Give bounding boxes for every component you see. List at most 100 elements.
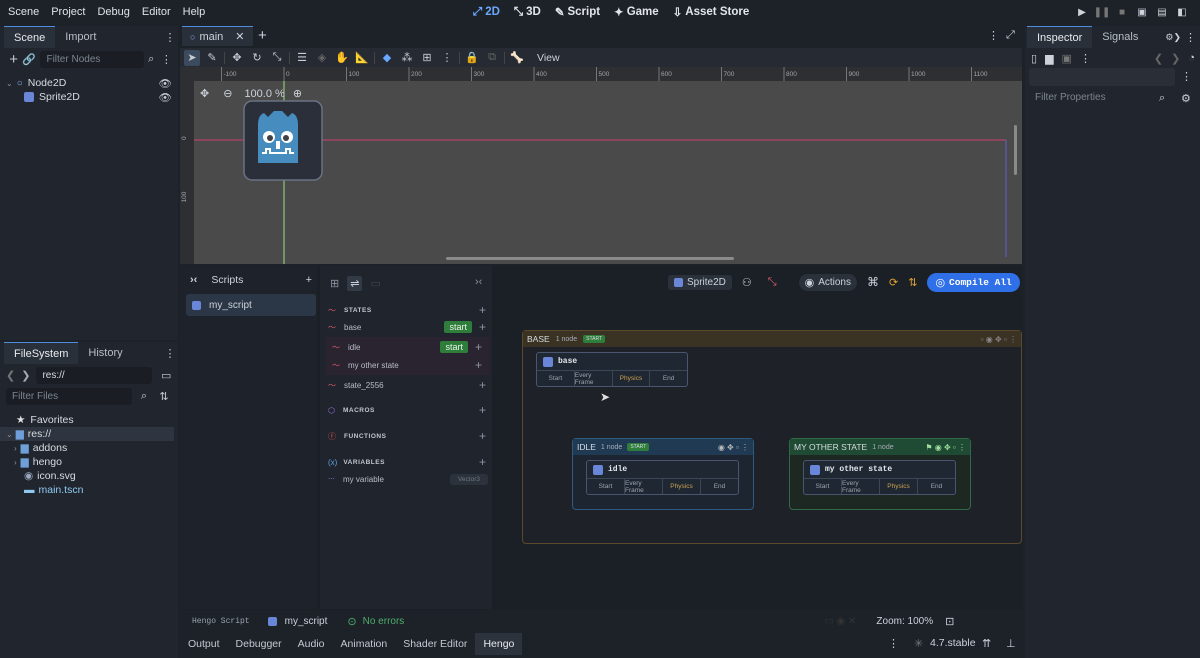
pen-tool-icon[interactable]: ✎	[204, 50, 220, 66]
menu-editor[interactable]: Editor	[136, 6, 177, 18]
dock-menu-icon[interactable]: ⋮	[162, 29, 178, 45]
view-menu[interactable]: View	[537, 52, 560, 64]
compile-all-button[interactable]: ◎ Compile All	[927, 272, 1020, 292]
tab-history[interactable]: History	[78, 342, 132, 364]
rotate-tool-icon[interactable]: ↻	[249, 50, 265, 66]
tab-output[interactable]: Output	[180, 633, 228, 655]
history-forward-icon[interactable]: ❯	[1171, 52, 1180, 65]
scene-menu-icon[interactable]: ⋮	[159, 51, 174, 67]
port-start[interactable]: Start	[537, 371, 575, 386]
save-icon[interactable]: ▣	[1062, 52, 1072, 65]
tree-item-addons[interactable]: › ▆ addons	[0, 441, 178, 455]
workspace-3d[interactable]: ⤡ 3D	[514, 6, 541, 19]
panel-menu-icon[interactable]: ⋮	[888, 637, 899, 650]
user-settings-icon[interactable]: ⚇	[742, 276, 752, 289]
collapse-sidebar-icon[interactable]: ›‹	[475, 276, 482, 288]
new-resource-icon[interactable]: ▯	[1031, 52, 1037, 65]
center-view-icon[interactable]: ✥	[200, 87, 209, 100]
graph-node-idle[interactable]: idle Start Every Frame Physics End	[586, 460, 739, 495]
script-item-my-script[interactable]: my_script	[186, 294, 316, 316]
workspace-game[interactable]: ✦ Game	[614, 5, 659, 19]
tab-signals[interactable]: Signals	[1092, 26, 1148, 48]
chevron-down-icon[interactable]: ⌄	[6, 430, 13, 439]
tab-filesystem[interactable]: FileSystem	[4, 342, 79, 364]
tree-item-icon-svg[interactable]: ◉ icon.svg	[0, 469, 178, 483]
state-item-state-2556[interactable]: 〜 state_2556 +	[320, 376, 492, 394]
port-every-frame[interactable]: Every Frame	[842, 479, 880, 494]
tree-item-favorites[interactable]: ★ Favorites	[0, 413, 178, 427]
tab-debugger[interactable]: Debugger	[228, 633, 290, 655]
move-tool-icon[interactable]: ✥	[229, 50, 245, 66]
group-tools-icon[interactable]: ◉ ✥ ▫ ⋮	[718, 443, 749, 452]
layout-toggle-icon[interactable]: ▭	[158, 367, 174, 383]
zoom-level[interactable]: 100.0 %	[244, 88, 284, 100]
pan-tool-icon[interactable]: ✋	[334, 50, 350, 66]
add-macro-icon[interactable]: +	[479, 403, 486, 417]
state-item-base[interactable]: 〜 base start +	[320, 318, 492, 336]
link-icon[interactable]: 🔗	[21, 51, 36, 67]
filter-nodes-input[interactable]: Filter Nodes	[40, 50, 144, 68]
snap-options-icon[interactable]: ⋮	[439, 50, 455, 66]
path-input[interactable]: res://	[36, 366, 153, 384]
filter-files-input[interactable]: Filter Files	[6, 387, 132, 405]
vertical-scrollbar[interactable]	[1014, 125, 1017, 175]
add-state-icon[interactable]: +	[479, 303, 486, 317]
tab-shader-editor[interactable]: Shader Editor	[395, 633, 475, 655]
add-variable-icon[interactable]: +	[479, 455, 486, 469]
tree-item-sprite2d[interactable]: Sprite2D 👁	[0, 90, 178, 104]
chevron-down-icon[interactable]: ⌄	[6, 79, 13, 88]
horizontal-scrollbar[interactable]	[446, 257, 734, 260]
distraction-free-icon[interactable]: ⤢	[1006, 29, 1015, 42]
chevron-right-icon[interactable]: ›	[14, 458, 17, 467]
start-badge[interactable]: start	[444, 321, 472, 333]
bone-icon[interactable]: 🦴	[509, 50, 525, 66]
close-icon[interactable]: ✕	[235, 30, 244, 43]
port-end[interactable]: End	[918, 479, 955, 494]
sort-icon[interactable]: ⇅	[908, 276, 917, 289]
dock-menu-icon[interactable]: ⋮	[1185, 31, 1196, 44]
tab-main[interactable]: ○ main ✕	[182, 26, 253, 46]
filter-properties-input[interactable]: Filter Properties	[1029, 89, 1179, 106]
menu-debug[interactable]: Debug	[91, 6, 135, 18]
expand-panel-icon[interactable]: ⇈	[982, 637, 991, 650]
variable-item[interactable]: ⋯ my variable Vector3	[320, 470, 492, 488]
tree-item-hengo[interactable]: › ▆ hengo	[0, 455, 178, 469]
tab-scene[interactable]: Scene	[4, 26, 56, 48]
menu-project[interactable]: Project	[45, 6, 91, 18]
sort-icon[interactable]: ⇅	[156, 388, 172, 404]
port-physics[interactable]: Physics	[880, 479, 918, 494]
zoom-out-icon[interactable]: ⊖	[223, 87, 232, 100]
port-physics[interactable]: Physics	[613, 371, 651, 386]
smart-snap-icon[interactable]: ⁂	[399, 50, 415, 66]
settings-icon[interactable]: ⚙❯	[1165, 32, 1181, 43]
forward-icon[interactable]: ❯	[21, 369, 30, 382]
graph-node-base[interactable]: base Start Every Frame Physics End	[536, 352, 688, 387]
collapse-icon[interactable]: ›‹	[190, 274, 197, 286]
play-custom-icon[interactable]: ▤	[1152, 2, 1172, 22]
ruler-tool-icon[interactable]: 📐	[354, 50, 370, 66]
tree-item-node2d[interactable]: ⌄ ○ Node2D 👁	[0, 76, 178, 90]
zoom-in-icon[interactable]: ⊕	[293, 87, 302, 100]
tree-item-res[interactable]: ⌄ ▆ res://	[0, 427, 174, 441]
port-physics[interactable]: Physics	[663, 479, 701, 494]
movie-icon[interactable]: ◧	[1172, 2, 1192, 22]
tree-item-main-tscn[interactable]: ▬ main.tscn	[0, 483, 178, 497]
port-every-frame[interactable]: Every Frame	[575, 371, 613, 386]
workspace-script[interactable]: ✎ Script	[555, 5, 600, 19]
grid-view-icon[interactable]: ⊞	[330, 277, 339, 290]
port-every-frame[interactable]: Every Frame	[625, 479, 663, 494]
settings-sliders-icon[interactable]: ⇌	[347, 276, 363, 291]
tab-import[interactable]: Import	[55, 26, 106, 48]
collapse-arrows-icon[interactable]: ⤡	[768, 276, 777, 289]
workspace-asset-store[interactable]: ⇩ Asset Store	[673, 5, 750, 19]
fit-view-icon[interactable]: ⊡	[945, 615, 954, 628]
canvas-viewport[interactable]: -100 0 100 200 300 400 500 600 700 800 900 1000 1100…	[180, 67, 1022, 264]
state-item-my-other-state[interactable]: 〜 my other state +	[320, 356, 492, 374]
stop-icon[interactable]: ■	[1112, 2, 1132, 22]
select-tool-icon[interactable]: ➤	[184, 49, 200, 66]
dock-menu-icon[interactable]: ⋮	[162, 345, 178, 361]
add-icon[interactable]: +	[479, 378, 486, 392]
scale-tool-icon[interactable]: ⤡	[269, 50, 285, 66]
tab-audio[interactable]: Audio	[290, 633, 333, 655]
add-icon[interactable]: +	[475, 340, 482, 354]
